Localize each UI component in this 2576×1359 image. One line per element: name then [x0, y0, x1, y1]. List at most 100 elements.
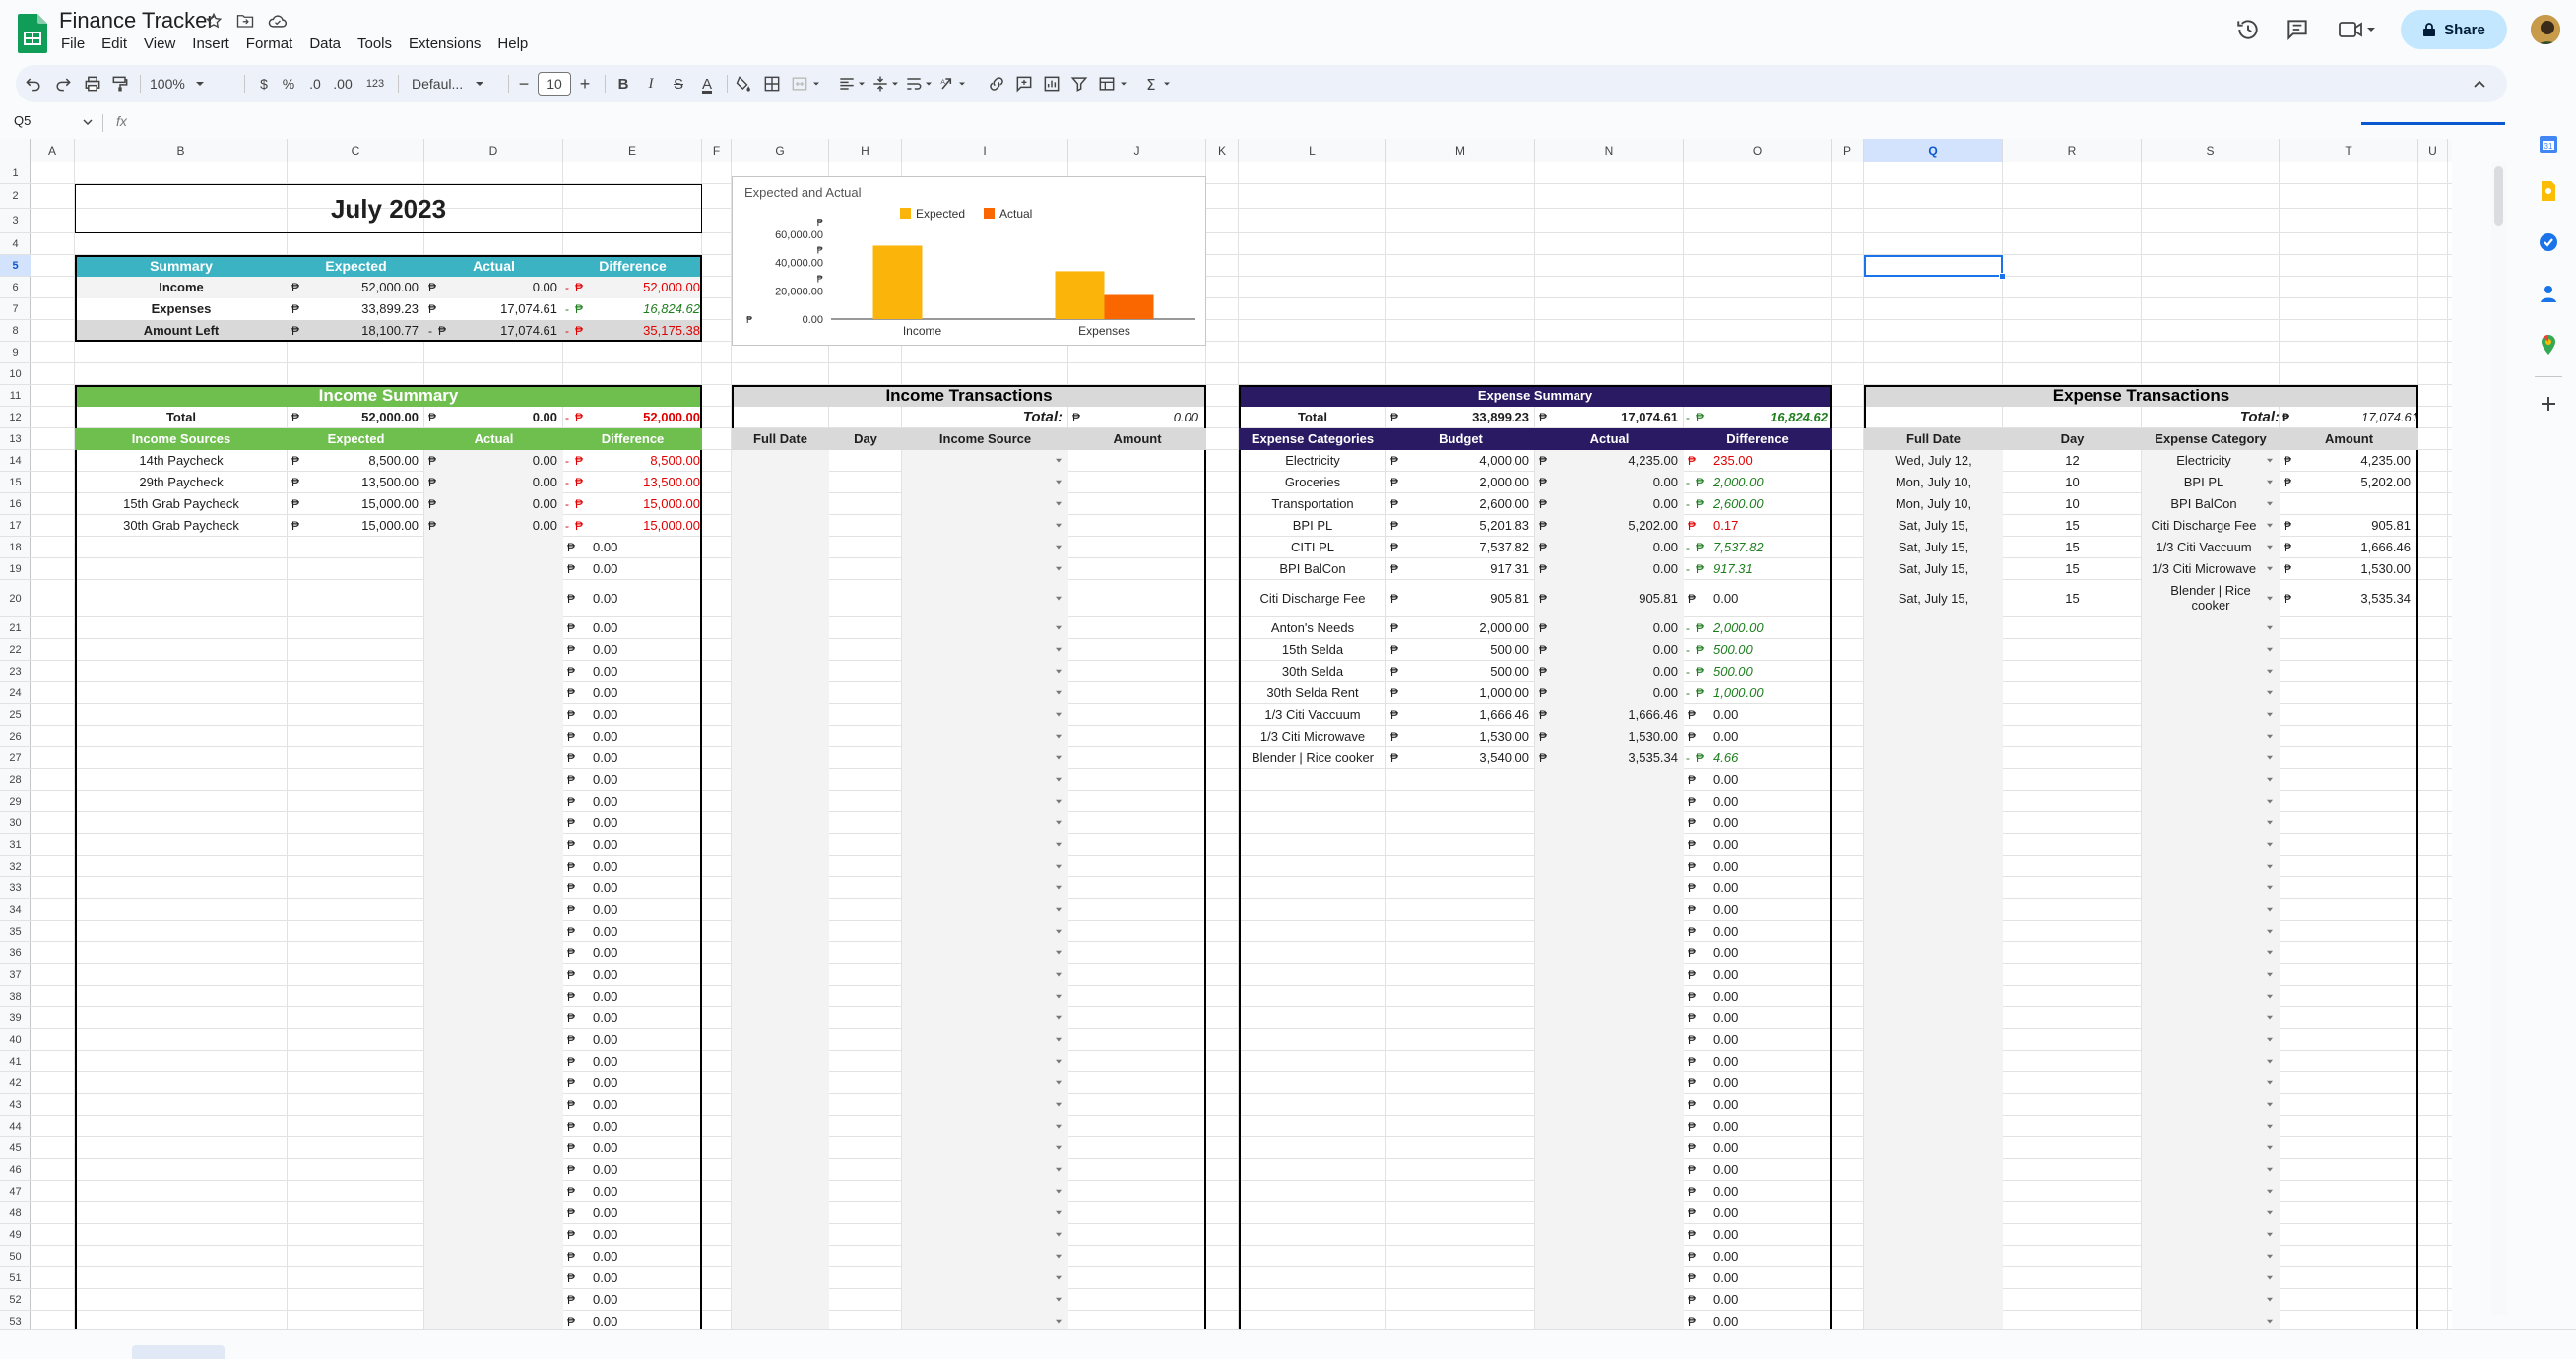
row-header-5[interactable]: 5 — [0, 255, 31, 277]
dropdown-chip[interactable] — [2266, 647, 2276, 655]
version-history-icon[interactable] — [2235, 17, 2261, 42]
bar-income-expected[interactable] — [872, 245, 923, 319]
toolbar-dropdown[interactable] — [857, 65, 867, 102]
redo-button[interactable] — [51, 65, 75, 102]
dropdown-chip[interactable] — [2266, 972, 2276, 980]
dropdown-chip[interactable] — [1055, 1080, 1064, 1088]
row-header-19[interactable]: 19 — [0, 558, 31, 580]
cloud-status-icon[interactable] — [268, 13, 288, 29]
dropdown-chip[interactable] — [2266, 625, 2276, 633]
dropdown-chip[interactable] — [2266, 669, 2276, 677]
dropdown-chip[interactable] — [2266, 545, 2276, 552]
dropdown-chip[interactable] — [1055, 596, 1064, 604]
menu-view[interactable]: View — [144, 35, 175, 52]
row-header-13[interactable]: 13 — [0, 428, 31, 450]
row-header-10[interactable]: 10 — [0, 363, 31, 385]
chevron-down-icon[interactable] — [83, 118, 93, 126]
menu-format[interactable]: Format — [246, 35, 293, 52]
toolbar-dropdown[interactable] — [957, 65, 967, 102]
row-header-25[interactable]: 25 — [0, 704, 31, 726]
text-color-button[interactable]: A — [695, 65, 719, 102]
strikethrough-button[interactable]: S — [668, 65, 689, 102]
contacts-icon[interactable] — [2537, 282, 2560, 305]
dropdown-chip[interactable] — [2266, 712, 2276, 720]
dropdown-chip[interactable] — [2266, 734, 2276, 742]
maps-icon[interactable] — [2537, 333, 2560, 356]
row-header-31[interactable]: 31 — [0, 834, 31, 856]
row-header-40[interactable]: 40 — [0, 1029, 31, 1051]
sheets-logo-icon[interactable] — [18, 14, 47, 53]
column-header-e[interactable]: E — [563, 139, 702, 162]
column-header-h[interactable]: H — [829, 139, 902, 162]
dropdown-chip[interactable] — [2266, 1167, 2276, 1175]
borders-button[interactable] — [760, 65, 784, 102]
row-header-28[interactable]: 28 — [0, 769, 31, 791]
dropdown-chip[interactable] — [1055, 1145, 1064, 1153]
column-header-d[interactable]: D — [424, 139, 563, 162]
text-wrapping-button[interactable] — [902, 65, 926, 102]
dropdown-chip[interactable] — [2266, 755, 2276, 763]
selected-cell-q5[interactable] — [1864, 255, 2003, 277]
filter-views-button[interactable] — [1095, 65, 1119, 102]
dropdown-chip[interactable] — [1055, 864, 1064, 872]
dropdown-chip[interactable] — [2266, 885, 2276, 893]
text-rotation-button[interactable]: A — [935, 65, 959, 102]
row-header-45[interactable]: 45 — [0, 1137, 31, 1159]
dropdown-chip[interactable] — [2266, 480, 2276, 487]
insert-chart-button[interactable] — [1040, 65, 1063, 102]
dropdown-chip[interactable] — [1055, 994, 1064, 1002]
name-box[interactable]: Q5 — [14, 113, 31, 128]
row-header-1[interactable]: 1 — [0, 162, 31, 184]
dropdown-chip[interactable] — [2266, 458, 2276, 466]
horizontal-align-button[interactable] — [835, 65, 859, 102]
menu-help[interactable]: Help — [497, 35, 528, 52]
filter-button[interactable] — [1067, 65, 1091, 102]
bold-button[interactable]: B — [612, 65, 634, 102]
dropdown-chip[interactable] — [1055, 755, 1064, 763]
undo-button[interactable] — [22, 65, 45, 102]
row-header-42[interactable]: 42 — [0, 1072, 31, 1094]
sheet-grid[interactable]: July 2023 Summary Expected Actual Difference… — [31, 162, 2452, 1329]
row-header-9[interactable]: 9 — [0, 342, 31, 363]
dropdown-chip[interactable] — [2266, 1254, 2276, 1262]
dropdown-chip[interactable] — [1055, 885, 1064, 893]
row-header-37[interactable]: 37 — [0, 964, 31, 986]
dropdown-chip[interactable] — [2266, 994, 2276, 1002]
row-header-49[interactable]: 49 — [0, 1224, 31, 1246]
dropdown-chip[interactable] — [1055, 647, 1064, 655]
dropdown-chip[interactable] — [2266, 523, 2276, 531]
dropdown-chip[interactable] — [1055, 712, 1064, 720]
dropdown-chip[interactable] — [2266, 1189, 2276, 1197]
row-header-12[interactable]: 12 — [0, 407, 31, 428]
column-header-m[interactable]: M — [1386, 139, 1535, 162]
paint-format-button[interactable] — [108, 65, 132, 102]
dropdown-chip[interactable] — [1055, 820, 1064, 828]
dropdown-chip[interactable] — [2266, 690, 2276, 698]
dropdown-chip[interactable] — [2266, 950, 2276, 958]
dropdown-chip[interactable] — [2266, 907, 2276, 915]
merge-cells-button[interactable] — [788, 65, 811, 102]
move-folder-icon[interactable] — [236, 13, 254, 29]
dropdown-chip[interactable] — [2266, 799, 2276, 807]
row-header-8[interactable]: 8 — [0, 320, 31, 342]
dropdown-chip[interactable] — [1055, 842, 1064, 850]
column-header-t[interactable]: T — [2280, 139, 2418, 162]
dropdown-chip[interactable] — [2266, 1015, 2276, 1023]
column-header-c[interactable]: C — [288, 139, 424, 162]
italic-button[interactable]: I — [640, 65, 662, 102]
dropdown-chip[interactable] — [2266, 1297, 2276, 1305]
row-header-44[interactable]: 44 — [0, 1116, 31, 1137]
dropdown-chip[interactable] — [1055, 1297, 1064, 1305]
menu-data[interactable]: Data — [309, 35, 341, 52]
bar-expenses-expected[interactable] — [1055, 271, 1105, 319]
vertical-scrollbar[interactable] — [2491, 162, 2507, 1315]
row-header-26[interactable]: 26 — [0, 726, 31, 747]
dropdown-chip[interactable] — [1055, 690, 1064, 698]
dropdown-chip[interactable] — [1055, 950, 1064, 958]
dropdown-chip[interactable] — [2266, 929, 2276, 937]
document-title[interactable]: Finance Tracker — [59, 8, 215, 33]
row-header-33[interactable]: 33 — [0, 877, 31, 899]
star-icon[interactable] — [205, 12, 223, 30]
scrollbar-thumb[interactable] — [2494, 166, 2503, 226]
percent-button[interactable]: % — [276, 65, 301, 102]
